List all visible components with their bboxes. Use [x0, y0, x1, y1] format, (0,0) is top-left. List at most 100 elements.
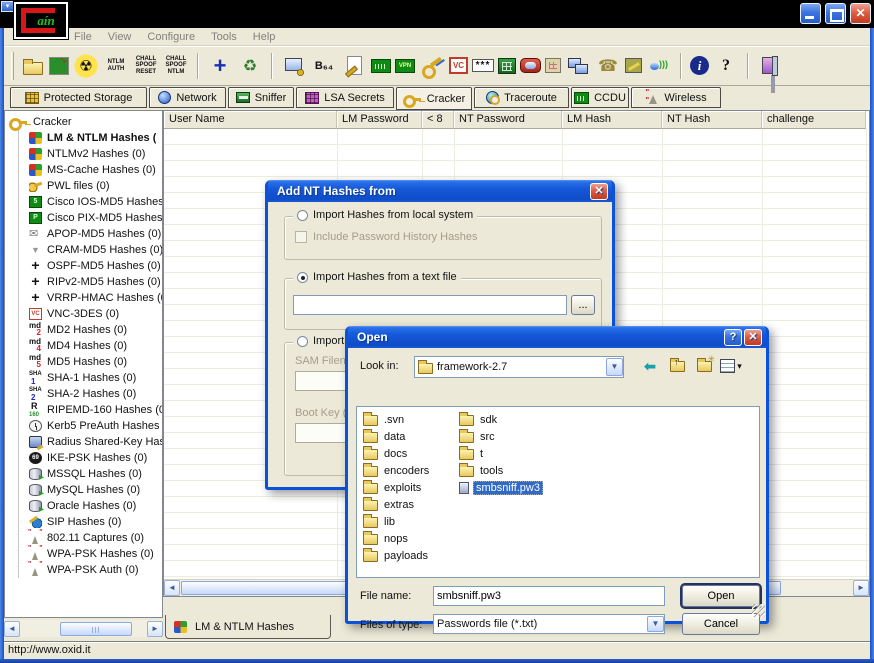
ntlm-auth-downgrade-icon[interactable]: NTLM AUTH — [103, 53, 129, 79]
scroll-left-arrow-icon[interactable]: ◄ — [4, 621, 20, 637]
browse-button[interactable]: ... — [571, 295, 595, 315]
cisco-vpn-decoder-icon[interactable] — [395, 59, 415, 73]
file-list-item[interactable]: lib — [363, 513, 459, 530]
tree-item[interactable]: Radius Shared-Key Has — [5, 434, 162, 450]
export-chart-icon[interactable] — [49, 57, 69, 75]
tree-item[interactable]: SHA-1 Hashes (0) — [5, 370, 162, 386]
new-folder-icon[interactable] — [693, 356, 715, 376]
dialog-close-icon[interactable]: ✕ — [590, 183, 608, 200]
textfile-path-input[interactable] — [293, 295, 567, 315]
tree-item[interactable]: Cisco IOS-MD5 Hashes — [5, 194, 162, 210]
menu-item[interactable]: View — [100, 31, 140, 43]
menu-item[interactable]: File — [66, 31, 100, 43]
menu-item[interactable]: Help — [245, 31, 284, 43]
tab-protected-storage[interactable]: Protected Storage — [10, 87, 147, 108]
wireless-scanner-icon[interactable] — [646, 53, 672, 79]
network-browser-icon[interactable] — [565, 53, 591, 79]
back-icon[interactable] — [639, 356, 661, 376]
menu-item[interactable]: Configure — [139, 31, 203, 43]
tab-network[interactable]: Network — [149, 87, 226, 108]
dialog-close-icon[interactable]: ✕ — [744, 329, 762, 346]
tree-item[interactable]: IKE-PSK Hashes (0) — [5, 450, 162, 466]
file-list-item[interactable]: .svn — [363, 411, 459, 428]
spoofing-options-icon[interactable] — [281, 53, 307, 79]
file-list-item[interactable]: encoders — [363, 462, 459, 479]
syskey-decoder-icon[interactable] — [419, 53, 445, 79]
file-list-item[interactable]: payloads — [363, 547, 459, 564]
tree-item[interactable]: RIPv2-MD5 Hashes (0) — [5, 274, 162, 290]
tab-sniffer[interactable]: Sniffer — [228, 87, 294, 108]
up-one-level-icon[interactable] — [666, 356, 688, 376]
password-boxes-icon[interactable]: *** — [472, 59, 494, 72]
file-list-item[interactable]: sdk — [459, 411, 555, 428]
file-list-item[interactable]: extras — [363, 496, 459, 513]
file-list-item[interactable]: smbsniff.pw3 — [459, 479, 564, 496]
certificates-icon[interactable] — [545, 58, 561, 73]
look-in-combobox[interactable]: framework-2.7 ▼ — [414, 356, 624, 378]
column-header[interactable]: User Name — [164, 111, 337, 129]
tree-item[interactable]: Cisco PIX-MD5 Hashes — [5, 210, 162, 226]
radio-import-textfile[interactable] — [297, 272, 308, 283]
chall-spoof-ntlm-icon[interactable]: CHALL SPOOF NTLM — [163, 53, 189, 79]
tree-root[interactable]: Cracker — [5, 114, 162, 130]
chall-spoof-reset-icon[interactable]: CHALL SPOOF RESET — [133, 53, 159, 79]
column-header[interactable]: < 8 — [422, 111, 454, 129]
radio-import-sam[interactable] — [297, 336, 308, 347]
radio-import-local[interactable] — [297, 210, 308, 221]
tree-item[interactable]: SIP Hashes (0) — [5, 514, 162, 530]
tree-item[interactable]: RIPEMD-160 Hashes (0 — [5, 402, 162, 418]
menu-item[interactable]: Tools — [203, 31, 245, 43]
tree-item[interactable]: SHA-2 Hashes (0) — [5, 386, 162, 402]
combo-dropdown-icon[interactable]: ▼ — [647, 616, 664, 632]
tree-item[interactable]: VRRP-HMAC Hashes (0 — [5, 290, 162, 306]
open-file-icon[interactable] — [19, 53, 45, 79]
tree-item[interactable]: Oracle Hashes (0) — [5, 498, 162, 514]
file-list-item[interactable]: data — [363, 428, 459, 445]
vnc-password-decoder-icon[interactable] — [449, 57, 468, 74]
combo-dropdown-icon[interactable]: ▼ — [606, 358, 623, 376]
column-header[interactable]: NT Password — [454, 111, 562, 129]
file-list-item[interactable]: tools — [459, 462, 555, 479]
dialup-decoder-icon[interactable] — [595, 53, 621, 79]
file-list-item[interactable]: exploits — [363, 479, 459, 496]
file-list-item[interactable]: nops — [363, 530, 459, 547]
help-icon[interactable]: ? — [713, 53, 739, 79]
file-list-item[interactable]: t — [459, 445, 555, 462]
dialog-help-icon[interactable]: ? — [724, 329, 742, 346]
scroll-left-arrow-icon[interactable]: ◄ — [164, 580, 180, 596]
tree-item[interactable]: APOP-MD5 Hashes (0) — [5, 226, 162, 242]
column-header[interactable]: challenge — [762, 111, 866, 129]
scroll-right-arrow-icon[interactable]: ► — [853, 580, 869, 596]
bottom-tab-lm-ntlm-hashes[interactable]: LM & NTLM Hashes — [165, 615, 331, 639]
column-header[interactable]: LM Hash — [562, 111, 662, 129]
tree-item[interactable]: OSPF-MD5 Hashes (0) — [5, 258, 162, 274]
file-list-item[interactable]: src — [459, 428, 555, 445]
cisco-type7-decoder-icon[interactable] — [371, 59, 391, 73]
base64-password-decoder-icon[interactable]: B₆₄ — [311, 53, 337, 79]
minimize-button[interactable] — [800, 3, 821, 24]
column-header[interactable]: NT Hash — [662, 111, 762, 129]
wordlist-icon[interactable] — [625, 58, 642, 73]
tree-item[interactable]: 802.11 Captures (0) — [5, 530, 162, 546]
tree-item[interactable]: CRAM-MD5 Hashes (0) — [5, 242, 162, 258]
hash-calculator-icon[interactable] — [341, 53, 367, 79]
open-button[interactable]: Open — [682, 585, 760, 607]
column-header[interactable]: LM Password — [337, 111, 422, 129]
scroll-right-arrow-icon[interactable]: ► — [147, 621, 163, 637]
tab-ccdu[interactable]: CCDU — [571, 87, 629, 108]
tab-wireless[interactable]: Wireless — [631, 87, 721, 108]
decoders-icon[interactable] — [73, 53, 99, 79]
tree-item[interactable]: MySQL Hashes (0) — [5, 482, 162, 498]
close-button[interactable] — [850, 3, 871, 24]
file-list[interactable]: .svn data docs encoders exploits — [356, 406, 760, 578]
tree-item[interactable]: NTLMv2 Hashes (0) — [5, 146, 162, 162]
tab-cracker[interactable]: Cracker — [396, 87, 472, 110]
remove-icon[interactable]: ♻ — [237, 53, 263, 79]
tree-item[interactable]: MS-Cache Hashes (0) — [5, 162, 162, 178]
file-list-item[interactable]: docs — [363, 445, 459, 462]
info-icon[interactable]: i — [690, 56, 709, 75]
resize-grip[interactable] — [752, 604, 765, 617]
tree-item[interactable]: MD4 Hashes (0) — [5, 338, 162, 354]
tree-item[interactable]: WPA-PSK Auth (0) — [5, 562, 162, 578]
remote-desktop-icon[interactable] — [520, 58, 541, 73]
